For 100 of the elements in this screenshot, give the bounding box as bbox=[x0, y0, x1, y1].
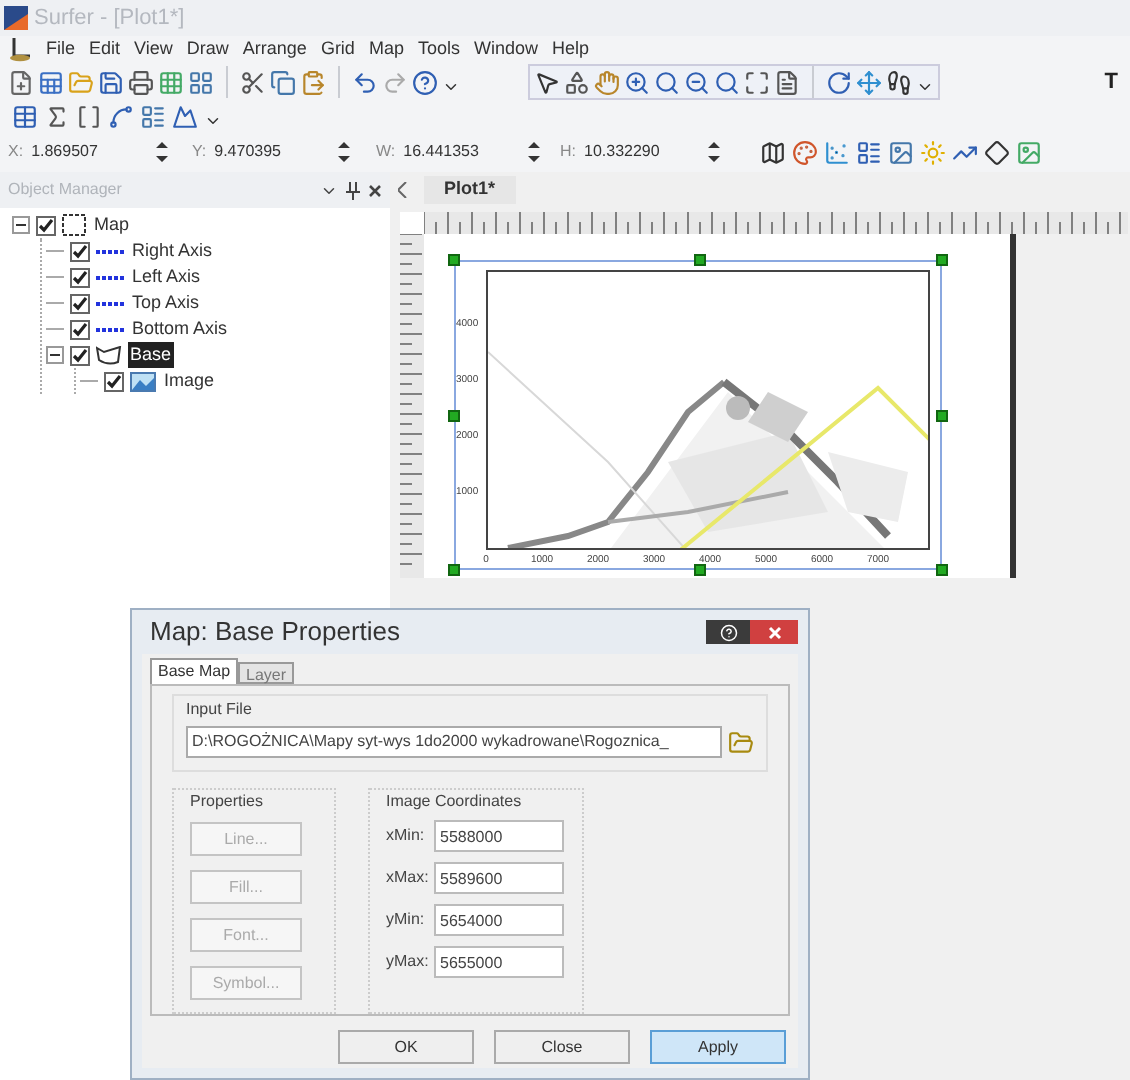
spinner-icon[interactable] bbox=[708, 140, 720, 164]
print-icon[interactable] bbox=[128, 69, 154, 95]
menu-item[interactable]: File bbox=[46, 36, 76, 64]
close-icon[interactable] bbox=[368, 183, 382, 197]
menu-item[interactable]: Help bbox=[552, 36, 590, 64]
map-icon[interactable] bbox=[760, 139, 786, 165]
paste-icon[interactable] bbox=[300, 69, 326, 95]
checkbox[interactable] bbox=[70, 345, 90, 365]
walk-icon[interactable] bbox=[886, 69, 912, 95]
menu-item[interactable]: View bbox=[134, 36, 173, 64]
color-map-icon[interactable] bbox=[792, 139, 818, 165]
matrix-icon[interactable] bbox=[76, 103, 102, 129]
layout-icon[interactable] bbox=[188, 69, 214, 95]
zoom-icon[interactable] bbox=[654, 69, 680, 95]
collapse-icon[interactable] bbox=[46, 346, 64, 364]
help-icon bbox=[719, 623, 737, 641]
pointer-icon[interactable] bbox=[534, 69, 560, 95]
dotted-axis-icon bbox=[96, 273, 124, 281]
zoom-in-icon[interactable] bbox=[624, 69, 650, 95]
tree-item[interactable]: Right Axis bbox=[130, 237, 215, 265]
spinner-icon[interactable] bbox=[527, 140, 540, 164]
tree-item[interactable]: Map bbox=[92, 211, 132, 239]
tree-item[interactable]: Bottom Axis bbox=[130, 315, 230, 343]
dialog-button[interactable]: OK bbox=[338, 1030, 474, 1064]
collapse-icon[interactable] bbox=[12, 216, 30, 234]
input-field[interactable]: D:\ROGOŻNICA\Mapy syt-wys 1do2000 wykadrowane\Rogoznica_ bbox=[186, 726, 722, 758]
tree-item[interactable]: Image bbox=[162, 367, 217, 395]
help-icon[interactable] bbox=[412, 69, 438, 95]
spinner-icon[interactable] bbox=[338, 140, 351, 164]
legend-icon[interactable] bbox=[856, 139, 882, 165]
tree-item[interactable]: Base bbox=[128, 341, 174, 369]
menu-item[interactable]: Edit bbox=[89, 36, 121, 64]
checkbox[interactable] bbox=[104, 371, 124, 391]
curve-icon[interactable] bbox=[108, 103, 134, 129]
image-map-icon[interactable] bbox=[888, 139, 914, 165]
coordinate-field[interactable]: 9.470395 bbox=[214, 140, 331, 164]
checkbox[interactable] bbox=[70, 319, 90, 339]
input-field[interactable]: 5654000 bbox=[434, 904, 564, 936]
selection-handle[interactable] bbox=[448, 254, 460, 266]
checkbox[interactable] bbox=[70, 241, 90, 261]
tree-item[interactable]: Top Axis bbox=[130, 289, 202, 317]
scatter-icon[interactable] bbox=[824, 139, 850, 165]
menu-item[interactable]: Draw bbox=[186, 36, 229, 64]
reshape-icon[interactable] bbox=[564, 69, 590, 95]
table-icon[interactable] bbox=[12, 103, 38, 129]
menu-item[interactable]: Window bbox=[473, 36, 538, 64]
save-icon[interactable] bbox=[98, 69, 124, 95]
help-button[interactable] bbox=[706, 620, 750, 644]
checkbox[interactable] bbox=[70, 267, 90, 287]
open-folder-icon[interactable] bbox=[728, 729, 754, 755]
app-icon bbox=[4, 6, 28, 30]
checkbox[interactable] bbox=[70, 293, 90, 313]
text-tool-button[interactable]: T bbox=[1104, 65, 1118, 99]
selection-handle[interactable] bbox=[694, 564, 706, 576]
worksheet-icon[interactable] bbox=[38, 69, 64, 95]
terrain-icon[interactable] bbox=[172, 103, 198, 129]
pin-icon[interactable] bbox=[346, 181, 360, 199]
menu-item[interactable]: Tools bbox=[417, 36, 460, 64]
dialog-button[interactable]: Apply bbox=[650, 1030, 786, 1064]
coordinate-field[interactable]: 10.332290 bbox=[584, 140, 700, 164]
document-tab[interactable]: Plot1* bbox=[424, 176, 516, 204]
field-label: yMin: bbox=[386, 908, 427, 932]
hand-icon[interactable] bbox=[594, 69, 620, 95]
coordinate-field[interactable]: 16.441353 bbox=[403, 140, 520, 164]
zoom-out-icon[interactable] bbox=[684, 69, 710, 95]
checkbox[interactable] bbox=[36, 215, 56, 235]
zoom-rect-icon[interactable] bbox=[714, 69, 740, 95]
dialog-tab[interactable]: Layer bbox=[238, 662, 295, 684]
copy-icon[interactable] bbox=[270, 69, 296, 95]
symbol-icon[interactable] bbox=[984, 139, 1010, 165]
input-field[interactable]: 5588000 bbox=[434, 820, 564, 852]
tree-item[interactable]: Left Axis bbox=[130, 263, 203, 291]
page-icon[interactable] bbox=[774, 69, 800, 95]
undo-icon[interactable] bbox=[352, 69, 378, 95]
zoom-fit-icon[interactable] bbox=[744, 69, 770, 95]
menu-item[interactable]: Arrange bbox=[242, 36, 307, 64]
list-icon[interactable] bbox=[140, 103, 166, 129]
new-file-icon[interactable] bbox=[8, 69, 34, 95]
spinner-icon[interactable] bbox=[155, 140, 168, 164]
selection-handle[interactable] bbox=[936, 564, 948, 576]
cut-icon[interactable] bbox=[240, 69, 266, 95]
selection-handle[interactable] bbox=[448, 410, 460, 422]
menu-item[interactable]: Map bbox=[368, 36, 404, 64]
formula-icon[interactable] bbox=[44, 103, 70, 129]
rotate-icon[interactable] bbox=[826, 69, 852, 95]
dialog-button[interactable]: Close bbox=[494, 1030, 630, 1064]
menu-item[interactable]: Grid bbox=[320, 36, 355, 64]
coordinate-field[interactable]: 1.869507 bbox=[31, 140, 148, 164]
selection-handle[interactable] bbox=[448, 564, 460, 576]
scroll-left-icon[interactable] bbox=[398, 182, 408, 198]
close-button[interactable] bbox=[750, 620, 798, 644]
selection-handle[interactable] bbox=[694, 254, 706, 266]
selection-handle[interactable] bbox=[936, 254, 948, 266]
group-label: Image Coordinates bbox=[386, 790, 524, 814]
input-field[interactable]: 5655000 bbox=[434, 946, 564, 978]
app-menu-icon[interactable] bbox=[8, 38, 32, 62]
selection-handle[interactable] bbox=[936, 410, 948, 422]
dotted-axis-icon bbox=[96, 325, 124, 333]
input-field[interactable]: 5589600 bbox=[434, 862, 564, 894]
dialog-tab[interactable]: Base Map bbox=[150, 658, 239, 684]
